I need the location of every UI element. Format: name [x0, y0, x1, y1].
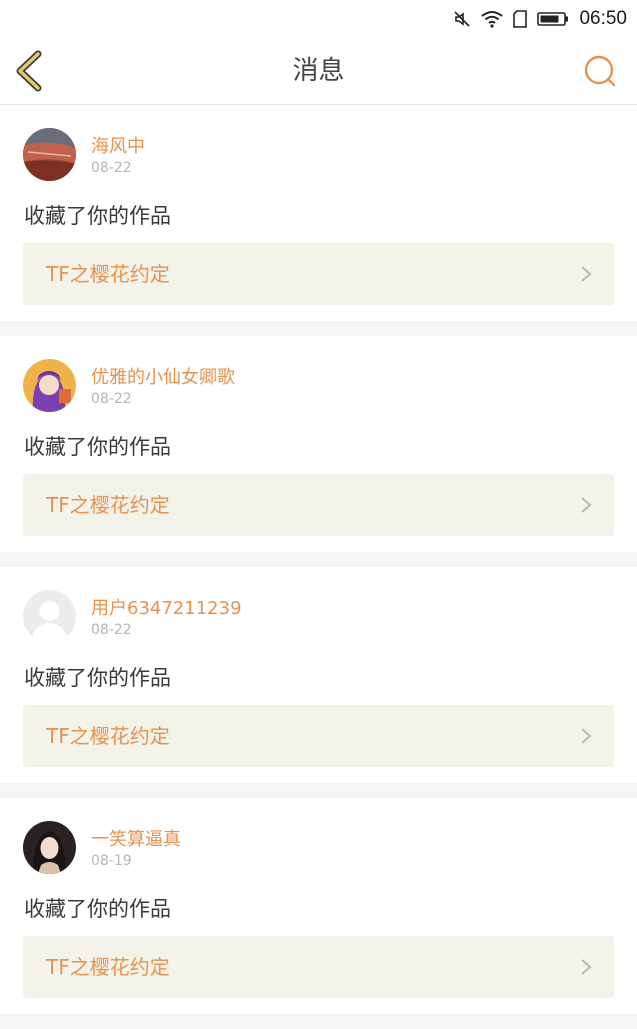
mute-icon: [454, 11, 471, 27]
work-title: TF之樱花约定: [46, 724, 170, 748]
status-bar: 06:50: [0, 0, 637, 38]
work-link[interactable]: TF之樱花约定: [23, 936, 614, 998]
message-action: 收藏了你的作品: [24, 897, 171, 921]
work-title: TF之樱花约定: [46, 955, 170, 979]
page-title: 消息: [292, 56, 345, 86]
status-icons: 06:50: [453, 6, 627, 32]
battery-icon: [537, 12, 569, 26]
status-time: 06:50: [579, 8, 627, 29]
message-card: 一笑算逼真 08-19 收藏了你的作品 TF之樱花约定: [0, 798, 637, 1014]
chevron-right-icon: [581, 497, 592, 513]
message-date: 08-22: [91, 622, 132, 638]
chevron-right-icon: [581, 266, 592, 282]
message-action: 收藏了你的作品: [24, 666, 171, 690]
avatar[interactable]: [23, 821, 76, 874]
wifi-icon: [481, 11, 504, 28]
message-date: 08-22: [91, 160, 132, 176]
work-link[interactable]: TF之樱花约定: [23, 474, 614, 536]
default-avatar-icon[interactable]: [23, 590, 76, 643]
username[interactable]: 优雅的小仙女卿歌: [91, 363, 235, 389]
message-action: 收藏了你的作品: [24, 204, 171, 228]
avatar[interactable]: [23, 359, 76, 412]
message-action: 收藏了你的作品: [24, 435, 171, 459]
message-date: 08-19: [91, 853, 132, 869]
work-link[interactable]: TF之樱花约定: [23, 705, 614, 767]
username[interactable]: 一笑算逼真: [91, 825, 181, 851]
chevron-right-icon: [581, 728, 592, 744]
message-date: 08-22: [91, 391, 132, 407]
message-card: 优雅的小仙女卿歌 08-22 收藏了你的作品 TF之樱花约定: [0, 336, 637, 552]
chevron-right-icon: [581, 959, 592, 975]
message-card: 用户6347211239 08-22 收藏了你的作品 TF之樱花约定: [0, 567, 637, 783]
nav-bar: 消息: [0, 38, 637, 105]
work-title: TF之樱花约定: [46, 262, 170, 286]
work-title: TF之樱花约定: [46, 493, 170, 517]
work-link[interactable]: TF之樱花约定: [23, 243, 614, 305]
username[interactable]: 用户6347211239: [91, 594, 242, 620]
message-list: 海风中 08-22 收藏了你的作品 TF之樱花约定 优雅的小仙女卿歌 08-22…: [0, 105, 637, 1029]
username[interactable]: 海风中: [91, 132, 145, 158]
search-icon: [584, 55, 616, 87]
message-card: 海风中 08-22 收藏了你的作品 TF之樱花约定: [0, 105, 637, 321]
avatar[interactable]: [23, 128, 76, 181]
search-button[interactable]: [583, 54, 617, 88]
sim-icon: [513, 10, 528, 28]
